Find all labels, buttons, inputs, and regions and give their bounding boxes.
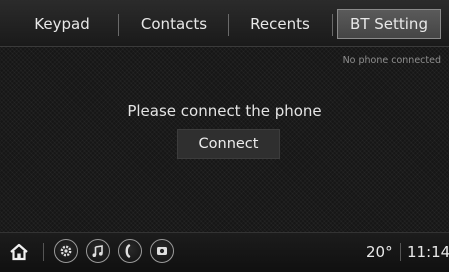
connect-prompt: Please connect the phone — [127, 102, 322, 120]
connect-button[interactable]: Connect — [177, 129, 280, 159]
tab-divider — [332, 14, 333, 36]
temperature-readout: 20° — [366, 243, 393, 261]
tab-divider — [118, 14, 119, 36]
connection-status: No phone connected — [342, 55, 441, 66]
settings-icon[interactable] — [54, 239, 78, 263]
bar-divider — [43, 243, 44, 261]
bottom-bar: 20° 11:14 — [0, 232, 449, 272]
clock-readout: 11:14 — [407, 243, 449, 261]
bar-divider — [400, 243, 401, 261]
tab-recents[interactable]: Recents — [230, 9, 330, 39]
home-icon[interactable] — [9, 242, 29, 262]
tab-bt-setting[interactable]: BT Setting — [337, 9, 441, 39]
tab-contacts[interactable]: Contacts — [121, 9, 227, 39]
phone-icon[interactable] — [118, 239, 142, 263]
tab-bar: Keypad Contacts Recents BT Setting — [0, 0, 449, 47]
tab-keypad[interactable]: Keypad — [8, 9, 116, 39]
music-icon[interactable] — [86, 239, 110, 263]
tab-divider — [228, 14, 229, 36]
camera-icon[interactable] — [150, 239, 174, 263]
phone-screen: Keypad Contacts Recents BT Setting No ph… — [0, 0, 449, 272]
